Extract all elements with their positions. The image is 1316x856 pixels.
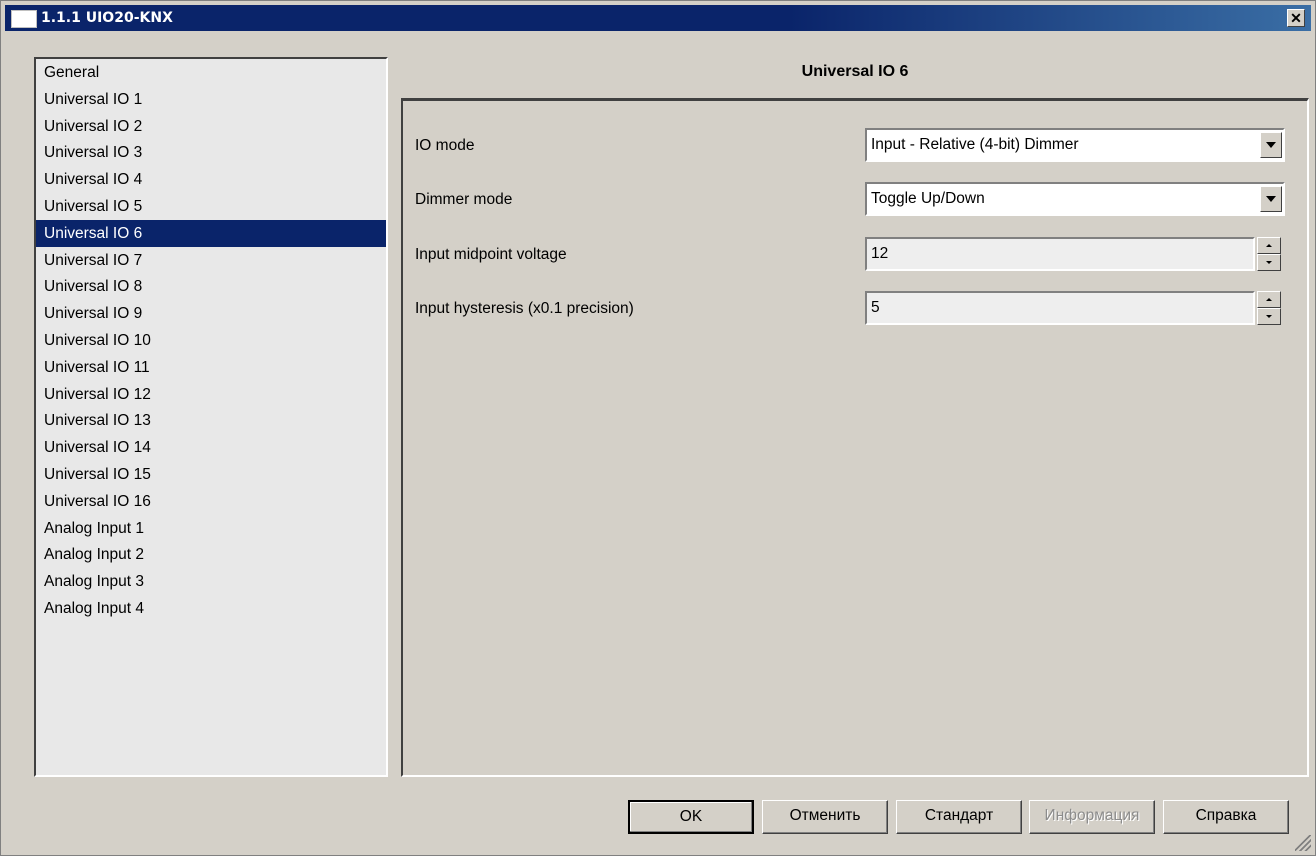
nav-item[interactable]: General	[36, 59, 386, 86]
parameters-panel: IO mode Input - Relative (4-bit) Dimmer …	[401, 98, 1309, 777]
close-button[interactable]: ✕	[1287, 9, 1305, 27]
dimmer-mode-value: Toggle Up/Down	[871, 190, 985, 207]
dimmer-mode-label: Dimmer mode	[415, 191, 513, 208]
io-mode-row: IO mode Input - Relative (4-bit) Dimmer	[415, 128, 1295, 164]
nav-item[interactable]: Universal IO 8	[36, 273, 386, 300]
nav-item[interactable]: Universal IO 15	[36, 461, 386, 488]
spin-up-icon[interactable]	[1257, 291, 1281, 308]
nav-item[interactable]: Analog Input 1	[36, 515, 386, 542]
nav-item[interactable]: Universal IO 5	[36, 193, 386, 220]
dimmer-mode-select[interactable]: Toggle Up/Down	[865, 182, 1285, 216]
nav-item[interactable]: Universal IO 6	[36, 219, 386, 247]
nav-item[interactable]: Universal IO 13	[36, 407, 386, 434]
midpoint-voltage-stepper[interactable]	[1257, 237, 1281, 271]
nav-item[interactable]: Universal IO 11	[36, 354, 386, 381]
nav-item[interactable]: Universal IO 14	[36, 434, 386, 461]
nav-item[interactable]: Universal IO 7	[36, 247, 386, 274]
nav-item[interactable]: Universal IO 4	[36, 166, 386, 193]
io-mode-select[interactable]: Input - Relative (4-bit) Dimmer	[865, 128, 1285, 162]
close-icon: ✕	[1290, 10, 1302, 26]
io-mode-value: Input - Relative (4-bit) Dimmer	[871, 136, 1079, 153]
nav-item[interactable]: Universal IO 12	[36, 381, 386, 408]
nav-item[interactable]: Universal IO 16	[36, 488, 386, 515]
nav-item[interactable]: Universal IO 2	[36, 113, 386, 140]
midpoint-voltage-input[interactable]: 12	[865, 237, 1255, 271]
nav-item[interactable]: Universal IO 9	[36, 300, 386, 327]
dropdown-arrow-icon[interactable]	[1260, 186, 1282, 212]
help-button[interactable]: Справка	[1163, 800, 1289, 834]
nav-item[interactable]: Analog Input 3	[36, 568, 386, 595]
window-icon	[11, 10, 37, 28]
info-button[interactable]: Информация	[1029, 800, 1155, 834]
cancel-button[interactable]: Отменить	[762, 800, 888, 834]
spin-down-icon[interactable]	[1257, 308, 1281, 325]
page-title: Universal IO 6	[801, 63, 909, 80]
title-bar[interactable]: 1.1.1 UIO20-KNX ✕	[5, 5, 1311, 31]
nav-item[interactable]: Universal IO 10	[36, 327, 386, 354]
spin-down-icon[interactable]	[1257, 254, 1281, 271]
hysteresis-value: 5	[871, 299, 880, 316]
nav-item[interactable]: Analog Input 4	[36, 595, 386, 622]
hysteresis-input[interactable]: 5	[865, 291, 1255, 325]
io-mode-label: IO mode	[415, 137, 475, 154]
dialog-window: 1.1.1 UIO20-KNX ✕ General Universal IO 1U…	[0, 0, 1316, 856]
default-button[interactable]: Стандарт	[896, 800, 1022, 834]
window-title: 1.1.1 UIO20-KNX	[41, 10, 173, 26]
hysteresis-label: Input hysteresis (x0.1 precision)	[415, 300, 634, 317]
dimmer-mode-row: Dimmer mode Toggle Up/Down	[415, 182, 1295, 218]
nav-item[interactable]: Analog Input 2	[36, 541, 386, 568]
nav-item[interactable]: Universal IO 3	[36, 139, 386, 166]
midpoint-voltage-label: Input midpoint voltage	[415, 246, 567, 263]
hysteresis-row: Input hysteresis (x0.1 precision) 5	[415, 291, 1295, 327]
dropdown-arrow-icon[interactable]	[1260, 132, 1282, 158]
midpoint-voltage-row: Input midpoint voltage 12	[415, 237, 1295, 273]
resize-grip-icon[interactable]	[1295, 835, 1311, 851]
midpoint-voltage-value: 12	[871, 245, 889, 262]
ok-button[interactable]: OK	[628, 800, 754, 834]
hysteresis-stepper[interactable]	[1257, 291, 1281, 325]
parameter-page-list[interactable]: General Universal IO 1 Universal IO 2 Unive…	[34, 57, 388, 777]
nav-item[interactable]: Universal IO 1	[36, 86, 386, 113]
spin-up-icon[interactable]	[1257, 237, 1281, 254]
